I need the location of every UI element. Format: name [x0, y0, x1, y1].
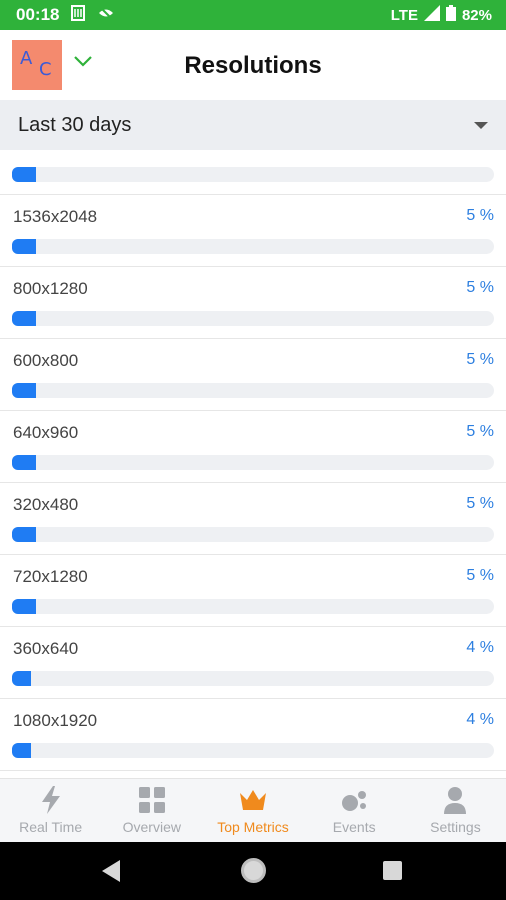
share-bar-fill: [12, 743, 31, 758]
resolution-percent: 5 %: [466, 567, 494, 584]
bottom-nav: Real Time Overview Top Metrics Events Se…: [0, 778, 506, 842]
share-bar-track: [12, 599, 494, 614]
nav-settings[interactable]: Settings: [405, 779, 506, 842]
nav-label-real-time: Real Time: [19, 819, 83, 835]
status-time: 00:18: [16, 5, 60, 24]
share-bar-track: [12, 671, 494, 686]
network-type: LTE: [390, 6, 418, 24]
page-title: Resolutions: [184, 52, 322, 79]
nav-label-overview: Overview: [122, 819, 181, 835]
resolution-percent: 5 %: [466, 351, 494, 368]
share-bar-fill: [12, 383, 36, 398]
period-dropdown[interactable]: Last 30 days: [0, 100, 506, 150]
status-bar: 00:18 LTE 82%: [0, 0, 506, 30]
nav-label-settings: Settings: [430, 819, 481, 835]
resolution-percent: 5 %: [466, 150, 494, 153]
nav-top-metrics[interactable]: Top Metrics: [202, 779, 303, 842]
resolution-label: 240x320: [13, 150, 78, 155]
period-selected-label: Last 30 days: [18, 113, 132, 136]
android-nav-bar: [0, 842, 506, 900]
share-bar-fill: [12, 527, 36, 542]
signal-icon: [423, 5, 440, 25]
share-bar-fill: [12, 311, 36, 326]
app-header: A C Resolutions: [0, 30, 506, 100]
resolutions-list-inner: 240x3205 %1536x20485 %800x12805 %600x800…: [0, 150, 506, 771]
dropdown-caret-icon: [474, 121, 488, 129]
resolutions-list[interactable]: 240x3205 %1536x20485 %800x12805 %600x800…: [0, 150, 506, 778]
crown-icon: [238, 785, 268, 815]
share-bar-track: [12, 383, 494, 398]
person-icon: [440, 785, 470, 815]
resolution-label: 1536x2048: [13, 207, 98, 226]
home-icon[interactable]: [241, 858, 266, 883]
share-bar-fill: [12, 167, 36, 182]
resolution-label: 640x960: [13, 423, 79, 442]
lightning-icon: [36, 785, 66, 815]
share-bar-track: [12, 239, 494, 254]
battery-icon: [445, 5, 456, 25]
share-bar-track: [12, 743, 494, 758]
recent-apps-icon[interactable]: [383, 861, 402, 880]
resolution-percent: 5 %: [466, 279, 494, 296]
resolution-percent: 5 %: [466, 423, 494, 440]
resolution-row[interactable]: 240x320 5 %: [0, 150, 506, 195]
resolution-row[interactable]: 320x480 5 %: [0, 483, 506, 555]
resolution-label: 320x480: [13, 495, 79, 514]
resolution-row[interactable]: 640x960 5 %: [0, 411, 506, 483]
resolution-row[interactable]: 1536x2048 5 %: [0, 195, 506, 267]
resolution-row[interactable]: 720x1280 5 %: [0, 555, 506, 627]
share-bar-track: [12, 527, 494, 542]
grid-icon: [137, 785, 167, 815]
battery-level: 82%: [461, 6, 492, 24]
resolution-label: 360x640: [13, 639, 79, 658]
sim-card-icon: [71, 4, 86, 26]
app-screen: 00:18 LTE 82% A C Resolutions Last 30 da…: [0, 0, 506, 900]
share-bar-fill: [12, 599, 36, 614]
resolution-percent: 5 %: [466, 495, 494, 512]
events-dots-icon: [339, 785, 369, 815]
resolution-percent: 4 %: [466, 639, 494, 656]
nav-label-top-metrics: Top Metrics: [217, 819, 289, 835]
nav-label-events: Events: [332, 819, 376, 835]
nav-events[interactable]: Events: [304, 779, 405, 842]
no-notifications-icon: [97, 5, 115, 25]
resolution-label: 1080x1920: [13, 711, 98, 730]
resolution-label: 800x1280: [13, 279, 88, 298]
back-icon[interactable]: [102, 860, 120, 882]
share-bar-fill: [12, 671, 31, 686]
resolution-row[interactable]: 360x640 4 %: [0, 627, 506, 699]
share-bar-fill: [12, 455, 36, 470]
share-bar-track: [12, 311, 494, 326]
share-bar-fill: [12, 239, 36, 254]
resolution-row[interactable]: 600x800 5 %: [0, 339, 506, 411]
share-bar-track: [12, 167, 494, 182]
resolution-label: 720x1280: [13, 567, 88, 586]
resolution-row[interactable]: 1080x1920 4 %: [0, 699, 506, 771]
resolution-percent: 5 %: [466, 207, 494, 224]
resolution-label: 600x800: [13, 351, 79, 370]
resolution-row[interactable]: 800x1280 5 %: [0, 267, 506, 339]
nav-real-time[interactable]: Real Time: [0, 779, 101, 842]
share-bar-track: [12, 455, 494, 470]
resolution-percent: 4 %: [466, 711, 494, 728]
nav-overview[interactable]: Overview: [101, 779, 202, 842]
